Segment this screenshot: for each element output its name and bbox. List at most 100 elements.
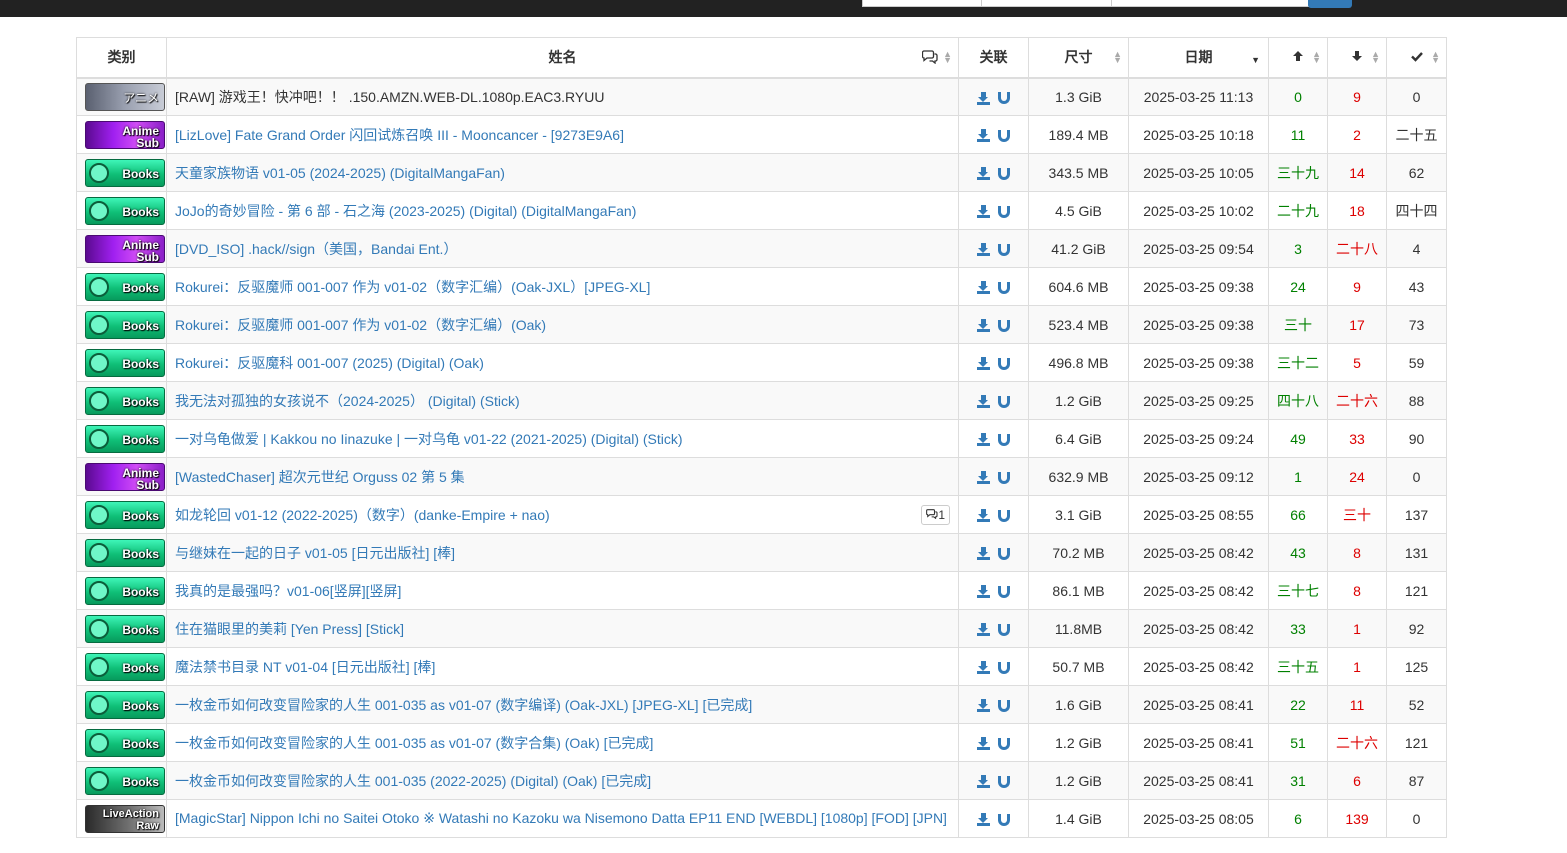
search-input[interactable] <box>1111 0 1309 7</box>
torrent-title-link[interactable]: [LizLove] Fate Grand Order 闪回试炼召唤 III - … <box>175 127 624 143</box>
torrent-title-link[interactable]: 一对乌龟做爱 | Kakkou no Iinazuke | 一对乌龟 v01-2… <box>175 431 683 447</box>
magnet-icon[interactable] <box>998 129 1010 142</box>
magnet-icon[interactable] <box>998 92 1010 105</box>
sort-icon[interactable]: ▲ ▼ <box>1312 50 1321 65</box>
torrent-title-link[interactable]: 如龙轮回 v01-12 (2022-2025)（数字）(danke-Empire… <box>175 507 550 523</box>
header-date[interactable]: 日期 ▼ <box>1128 37 1269 79</box>
category-badge[interactable]: Books <box>85 158 165 187</box>
category-badge[interactable]: Anime Sub <box>85 234 165 263</box>
torrent-title-link[interactable]: [WastedChaser] 超次元世纪 Orguss 02 第 5 集 <box>175 469 465 485</box>
sort-icon[interactable]: ▲ ▼ <box>943 50 952 65</box>
magnet-icon[interactable] <box>998 167 1010 180</box>
magnet-icon[interactable] <box>998 281 1010 294</box>
torrent-title-link[interactable]: Rokurei：反驱魔师 001-007 作为 v01-02（数字汇编）(Oak… <box>175 317 546 333</box>
download-icon[interactable] <box>977 395 990 409</box>
download-icon[interactable] <box>977 357 990 371</box>
torrent-title-link[interactable]: 我无法对孤独的女孩说不（2024-2025） (Digital) (Stick) <box>175 393 520 409</box>
download-icon[interactable] <box>977 775 990 789</box>
header-size[interactable]: 尺寸 ▲ ▼ <box>1028 37 1129 79</box>
category-badge[interactable]: Anime Sub <box>85 462 165 491</box>
magnet-icon[interactable] <box>998 699 1010 712</box>
download-icon[interactable] <box>977 433 990 447</box>
magnet-icon[interactable] <box>998 737 1010 750</box>
download-icon[interactable] <box>977 471 990 485</box>
magnet-icon[interactable] <box>998 471 1010 484</box>
magnet-icon[interactable] <box>998 205 1010 218</box>
download-icon[interactable] <box>977 167 990 181</box>
category-badge[interactable]: Anime Sub <box>85 120 165 149</box>
magnet-icon[interactable] <box>998 585 1010 598</box>
download-icon[interactable] <box>977 281 990 295</box>
download-icon[interactable] <box>977 813 990 827</box>
date-cell: 2025-03-25 08:41 <box>1128 723 1269 762</box>
download-icon[interactable] <box>977 243 990 257</box>
sort-icon[interactable]: ▲ ▼ <box>1113 50 1122 65</box>
torrent-title-link[interactable]: 天童家族物语 v01-05 (2024-2025) (DigitalMangaF… <box>175 165 505 181</box>
category-badge[interactable]: Books <box>85 728 165 757</box>
category-badge[interactable]: Books <box>85 424 165 453</box>
header-seeders[interactable]: ▲ ▼ <box>1268 37 1328 79</box>
magnet-icon[interactable] <box>998 509 1010 522</box>
category-badge[interactable]: Books <box>85 690 165 719</box>
comments-icon[interactable] <box>921 50 938 67</box>
download-icon[interactable] <box>977 319 990 333</box>
torrent-title-link[interactable]: Rokurei：反驱魔师 001-007 作为 v01-02（数字汇编）(Oak… <box>175 279 650 295</box>
download-icon[interactable] <box>977 737 990 751</box>
category-badge[interactable]: Books <box>85 310 165 339</box>
torrent-title-link[interactable]: [RAW] 游戏王！快冲吧！！ .150.AMZN.WEB-DL.1080p.E… <box>175 89 604 105</box>
download-icon[interactable] <box>977 585 990 599</box>
category-badge[interactable]: Books <box>85 196 165 225</box>
magnet-icon[interactable] <box>998 661 1010 674</box>
download-icon[interactable] <box>977 661 990 675</box>
category-badge[interactable]: Books <box>85 500 165 529</box>
magnet-icon[interactable] <box>998 623 1010 636</box>
torrent-title-link[interactable]: 我真的是最强吗？v01-06[竖屏][竖屏] <box>175 583 401 599</box>
category-badge[interactable]: Books <box>85 348 165 377</box>
search-filter-select[interactable] <box>862 0 982 7</box>
sort-icon[interactable]: ▲ ▼ <box>1431 50 1440 65</box>
download-icon[interactable] <box>977 623 990 637</box>
magnet-icon[interactable] <box>998 243 1010 256</box>
category-badge[interactable]: LiveAction Raw <box>85 804 165 833</box>
torrent-title-link[interactable]: 一枚金币如何改变冒险家的人生 001-035 as v01-07 (数字编译) … <box>175 697 752 713</box>
download-icon[interactable] <box>977 509 990 523</box>
category-badge[interactable]: Books <box>85 652 165 681</box>
magnet-icon[interactable] <box>998 775 1010 788</box>
magnet-icon[interactable] <box>998 433 1010 446</box>
download-icon[interactable] <box>977 91 990 105</box>
category-badge[interactable]: Books <box>85 614 165 643</box>
magnet-icon[interactable] <box>998 547 1010 560</box>
header-name[interactable]: 姓名 ▲ ▼ <box>166 37 959 79</box>
category-badge[interactable]: Books <box>85 576 165 605</box>
torrent-title-link[interactable]: 与继妹在一起的日子 v01-05 [日元出版社] [棒] <box>175 545 455 561</box>
magnet-icon[interactable] <box>998 395 1010 408</box>
category-badge[interactable]: Books <box>85 766 165 795</box>
torrent-title-link[interactable]: [MagicStar] Nippon Ichi no Saitei Otoko … <box>175 810 947 826</box>
sort-icon[interactable]: ▲ ▼ <box>1371 50 1380 65</box>
header-leechers[interactable]: ▲ ▼ <box>1327 37 1387 79</box>
download-icon[interactable] <box>977 547 990 561</box>
magnet-icon[interactable] <box>998 319 1010 332</box>
header-completed[interactable]: ▲ ▼ <box>1386 37 1447 79</box>
category-badge[interactable]: Books <box>85 386 165 415</box>
sort-desc-icon[interactable]: ▼ <box>1251 55 1260 65</box>
category-badge[interactable]: アニメ <box>85 82 165 111</box>
magnet-icon[interactable] <box>998 357 1010 370</box>
torrent-title-link[interactable]: 魔法禁书目录 NT v01-04 [日元出版社] [棒] <box>175 659 435 675</box>
torrent-title-link[interactable]: 一枚金币如何改变冒险家的人生 001-035 as v01-07 (数字合集) … <box>175 735 653 751</box>
torrent-title-link[interactable]: Rokurei：反驱魔科 001-007 (2025) (Digital) (O… <box>175 355 484 371</box>
comment-count-badge[interactable]: 1 <box>921 504 950 525</box>
category-badge[interactable]: Books <box>85 272 165 301</box>
download-icon[interactable] <box>977 205 990 219</box>
download-icon[interactable] <box>977 699 990 713</box>
download-icon[interactable] <box>977 129 990 143</box>
header-category[interactable]: 类别 <box>76 37 167 79</box>
search-category-select[interactable] <box>981 0 1112 7</box>
category-badge[interactable]: Books <box>85 538 165 567</box>
torrent-title-link[interactable]: JoJo的奇妙冒险 - 第 6 部 - 石之海 (2023-2025) (Dig… <box>175 203 636 219</box>
magnet-icon[interactable] <box>998 813 1010 826</box>
search-button[interactable] <box>1308 0 1352 8</box>
torrent-title-link[interactable]: 住在猫眼里的美莉 [Yen Press] [Stick] <box>175 621 404 637</box>
torrent-title-link[interactable]: 一枚金币如何改变冒险家的人生 001-035 (2022-2025) (Digi… <box>175 773 651 789</box>
torrent-title-link[interactable]: [DVD_ISO] .hack//sign（美国，Bandai Ent.） <box>175 241 457 257</box>
